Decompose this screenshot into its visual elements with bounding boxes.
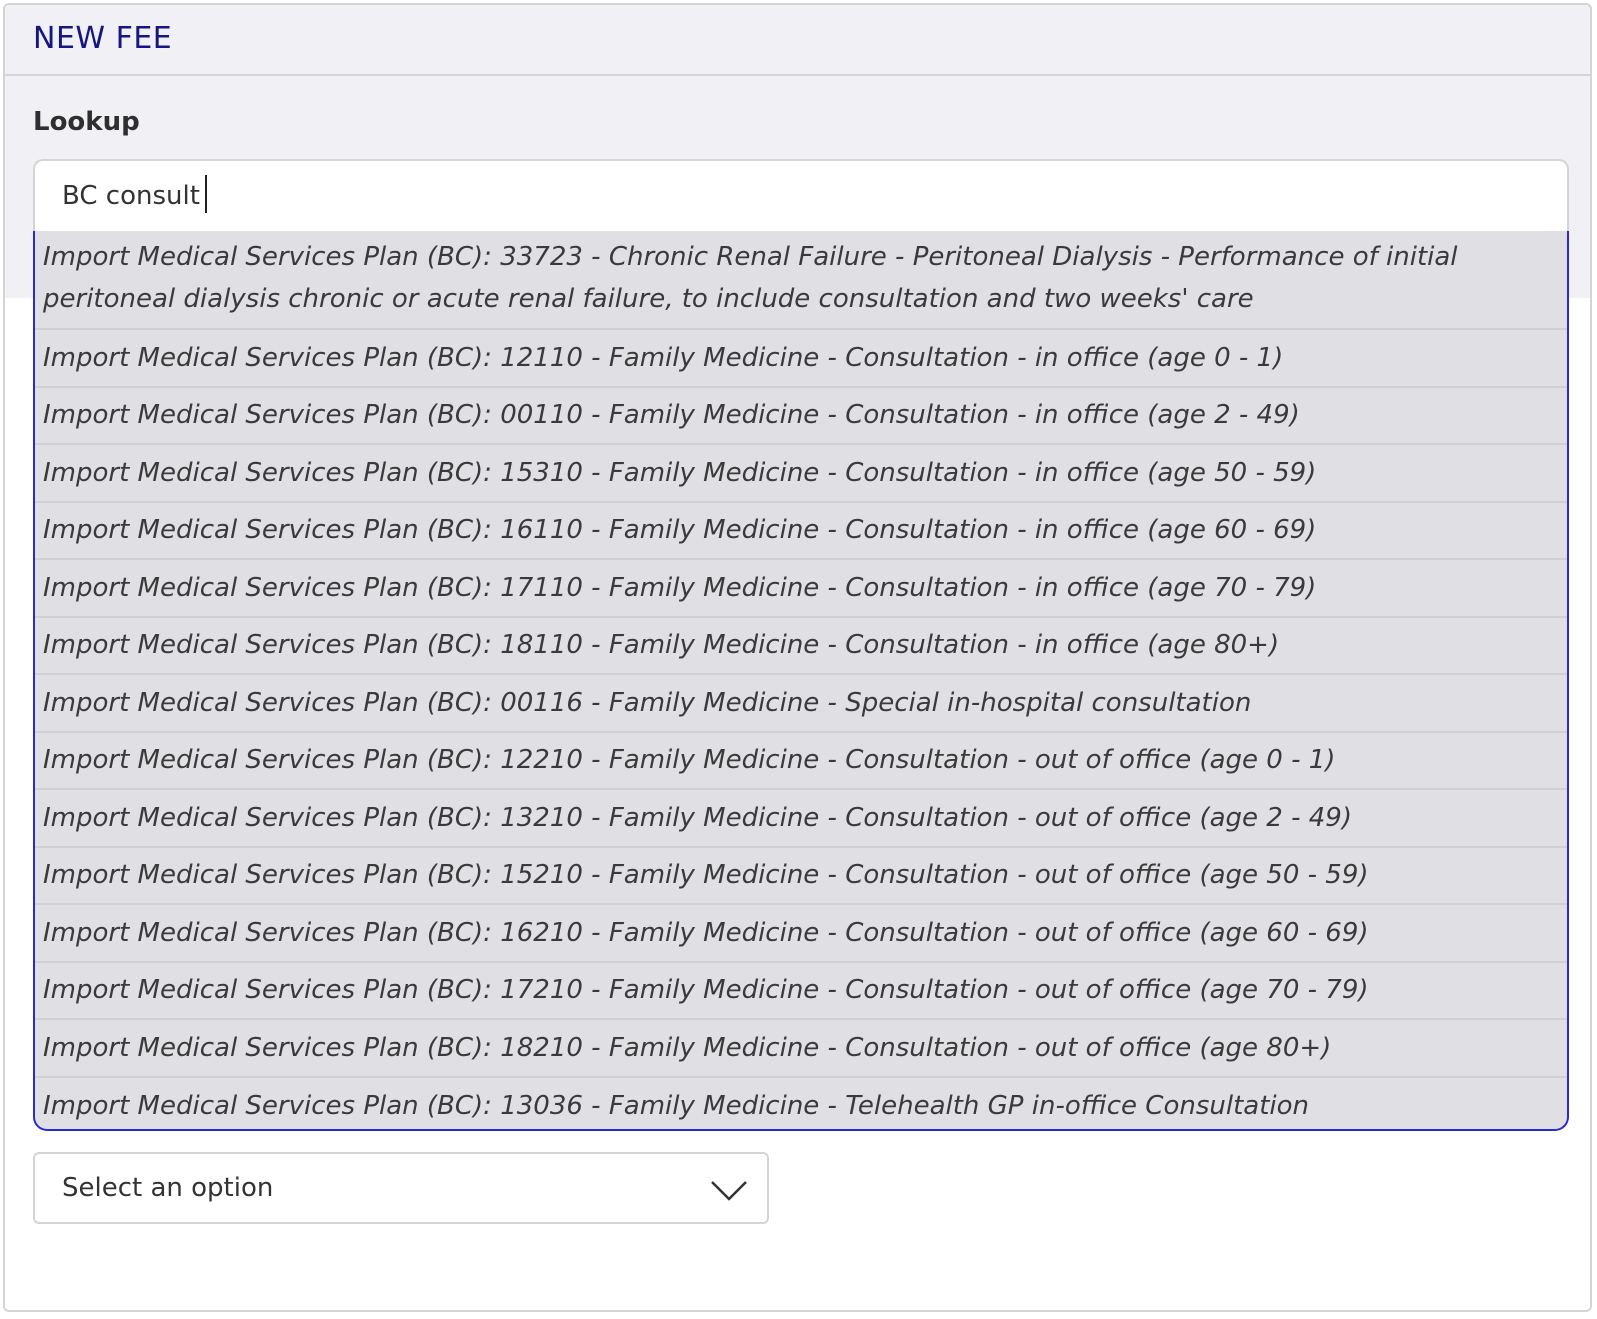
dropdown-option[interactable]: Import Medical Services Plan (BC): 13210…: [35, 790, 1567, 848]
dropdown-option[interactable]: Import Medical Services Plan (BC): 33723…: [35, 231, 1567, 330]
dropdown-option[interactable]: Import Medical Services Plan (BC): 12210…: [35, 733, 1567, 790]
select-value: Select an option: [62, 1173, 274, 1203]
panel-title: NEW FEE: [33, 21, 173, 56]
dropdown-option[interactable]: Import Medical Services Plan (BC): 13036…: [35, 1078, 1567, 1130]
dropdown-option[interactable]: Import Medical Services Plan (BC): 18110…: [35, 618, 1567, 675]
text-caret: [205, 175, 207, 213]
dropdown-option[interactable]: Import Medical Services Plan (BC): 16110…: [35, 503, 1567, 560]
dropdown-option[interactable]: Import Medical Services Plan (BC): 15310…: [35, 445, 1567, 503]
dropdown-option[interactable]: Import Medical Services Plan (BC): 17110…: [35, 560, 1567, 618]
dropdown-option[interactable]: Import Medical Services Plan (BC): 00110…: [35, 388, 1567, 445]
lookup-label: Lookup: [33, 107, 140, 137]
dropdown-option[interactable]: Import Medical Services Plan (BC): 18210…: [35, 1020, 1567, 1078]
chevron-down-icon: [711, 1181, 747, 1201]
panel-header: NEW FEE: [5, 5, 1590, 76]
new-fee-panel: NEW FEE Lookup Import Medical Services P…: [3, 3, 1592, 1312]
lookup-input[interactable]: [33, 159, 1569, 231]
dropdown-option[interactable]: Import Medical Services Plan (BC): 16210…: [35, 905, 1567, 963]
dropdown-option[interactable]: Import Medical Services Plan (BC): 12110…: [35, 330, 1567, 388]
lookup-suggestions-list: Import Medical Services Plan (BC): 33723…: [33, 231, 1569, 1131]
dropdown-option[interactable]: Import Medical Services Plan (BC): 15210…: [35, 848, 1567, 905]
option-select[interactable]: Select an option: [33, 1152, 769, 1224]
dropdown-option[interactable]: Import Medical Services Plan (BC): 17210…: [35, 963, 1567, 1020]
dropdown-option[interactable]: Import Medical Services Plan (BC): 00116…: [35, 675, 1567, 733]
